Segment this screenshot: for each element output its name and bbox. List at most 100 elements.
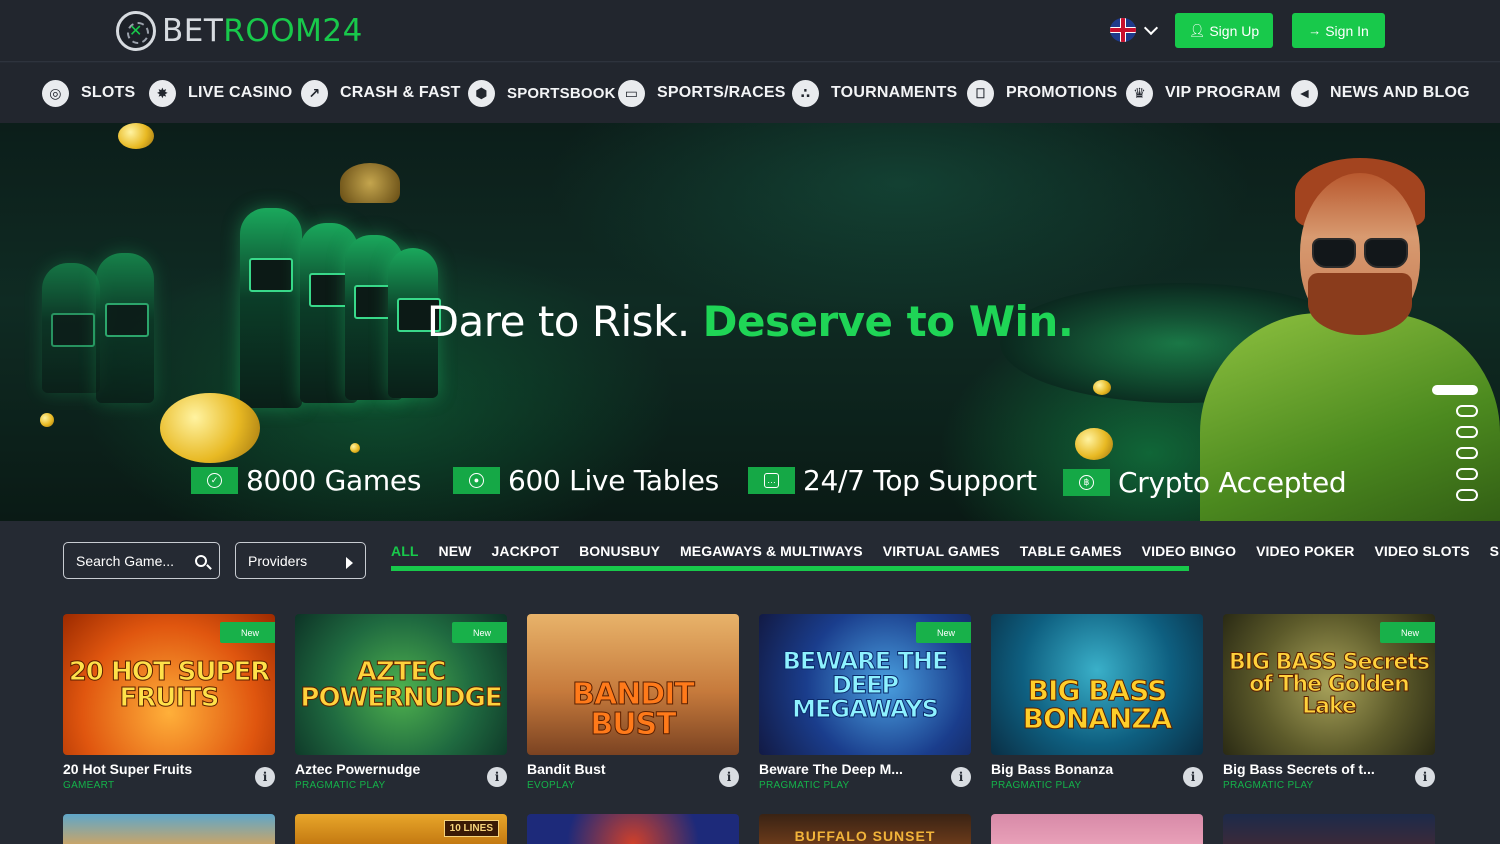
search-input[interactable]: Search Game...: [63, 542, 220, 579]
nav-item-slots[interactable]: ◎ SLOTS: [42, 79, 135, 107]
feature-label: 8000 Games: [246, 463, 422, 497]
coin-image: [118, 123, 154, 149]
hero-title: Dare to Risk. Deserve to Win.: [0, 297, 1500, 346]
slide-dot[interactable]: [1456, 426, 1478, 438]
info-icon[interactable]: i: [1415, 767, 1435, 787]
vr-headset-icon: ▭: [618, 79, 645, 107]
tab-scroll-indicator: [391, 566, 1189, 571]
game-card[interactable]: AZTEC POWERNUDGE New Aztec Powernudge PR…: [295, 614, 507, 794]
tab-video-poker[interactable]: VIDEO POKER: [1256, 543, 1354, 573]
thumbnail-title: 20 HOT SUPER FRUITS: [68, 656, 271, 713]
game-thumbnail[interactable]: BIG BASS BONANZA: [991, 614, 1203, 755]
user-icon: ●: [453, 466, 500, 494]
game-thumbnail[interactable]: [63, 814, 275, 844]
thumbnail-title: BEWARE THE DEEP MEGAWAYS: [782, 646, 949, 723]
feature-crypto: ฿ Crypto Accepted: [1063, 465, 1347, 499]
nav-label: SPORTSBOOK: [507, 84, 616, 102]
info-icon[interactable]: i: [487, 767, 507, 787]
game-provider: GAMEART: [63, 780, 115, 791]
nav-item-live-casino[interactable]: ✸ LIVE CASINO: [149, 79, 293, 107]
tab-video-slots[interactable]: VIDEO SLOTS: [1374, 543, 1469, 573]
main-nav: ◎ SLOTS ✸ LIVE CASINO ↗ CRASH & FAST ⬢ S…: [0, 63, 1500, 123]
slide-dot[interactable]: [1456, 447, 1478, 459]
game-thumbnail[interactable]: BUFFALO SUNSET: [759, 814, 971, 844]
game-thumbnail[interactable]: BEWARE THE DEEP MEGAWAYS New: [759, 614, 971, 755]
slide-dot-active[interactable]: [1432, 385, 1478, 395]
top-bar: BETROOM24 👤︎ Sign Up → Sign In: [0, 0, 1500, 62]
hero-banner[interactable]: Dare to Risk. Deserve to Win. ✓ 8000 Gam…: [0, 123, 1500, 521]
feature-support: … 24/7 Top Support: [748, 463, 1037, 497]
new-badge: New: [1380, 622, 1435, 643]
slide-dot[interactable]: [1456, 489, 1478, 501]
sign-in-button[interactable]: → Sign In: [1292, 13, 1385, 48]
providers-button[interactable]: Providers: [235, 542, 366, 579]
chandelier-image: [340, 163, 400, 203]
info-icon[interactable]: i: [1183, 767, 1203, 787]
soccer-ball-icon: ⬢: [468, 79, 495, 107]
slots-icon: ◎: [42, 79, 69, 107]
game-name: Bandit Bust: [527, 761, 606, 777]
feature-live-tables: ● 600 Live Tables: [453, 463, 719, 497]
game-card[interactable]: BIG BASS BONANZA Big Bass Bonanza PRAGMA…: [991, 614, 1203, 794]
bitcoin-icon: ฿: [1063, 468, 1110, 496]
game-thumbnail[interactable]: [991, 814, 1203, 844]
sign-in-icon: →: [1308, 23, 1322, 38]
nav-label: NEWS AND BLOG: [1330, 84, 1470, 101]
nav-item-crash-fast[interactable]: ↗ CRASH & FAST: [301, 79, 461, 107]
logo-suffix: ROOM24: [223, 13, 363, 49]
info-icon[interactable]: i: [255, 767, 275, 787]
coin-image: [160, 393, 260, 463]
coin-image: [350, 443, 360, 453]
nav-item-tournaments[interactable]: ∴ TOURNAMENTS: [792, 79, 958, 107]
rocket-icon: ↗: [301, 79, 328, 107]
feature-label: 24/7 Top Support: [803, 463, 1037, 497]
nav-item-news-blog[interactable]: ◄ NEWS AND BLOG: [1291, 79, 1470, 107]
nav-label: TOURNAMENTS: [831, 84, 958, 101]
sign-up-label: Sign Up: [1209, 22, 1260, 39]
thumbnail-label: BUFFALO SUNSET: [794, 828, 936, 844]
game-thumbnail[interactable]: BIG BASS Secrets of The Golden Lake New: [1223, 614, 1435, 755]
tournaments-icon: ∴: [792, 79, 819, 107]
slide-dot[interactable]: [1456, 405, 1478, 417]
chat-icon: …: [748, 466, 795, 494]
slide-dot[interactable]: [1456, 468, 1478, 480]
logo-text: BETROOM24: [162, 13, 363, 49]
nav-item-promotions[interactable]: ⎕ PROMOTIONS: [967, 79, 1118, 107]
feature-games: ✓ 8000 Games: [191, 463, 421, 497]
game-card[interactable]: BANDIT BUST Bandit Bust EVOPLAY i: [527, 614, 739, 794]
game-thumbnail[interactable]: [1223, 814, 1435, 844]
nav-item-sports-races[interactable]: ▭ SPORTS/RACES: [618, 79, 786, 107]
game-thumbnail[interactable]: [527, 814, 739, 844]
game-thumbnail[interactable]: AZTEC POWERNUDGE New: [295, 614, 507, 755]
game-card[interactable]: BIG BASS Secrets of The Golden Lake New …: [1223, 614, 1435, 794]
slider-pagination: [1432, 385, 1480, 510]
feature-label: 600 Live Tables: [508, 463, 719, 497]
info-icon[interactable]: i: [719, 767, 739, 787]
tab-more[interactable]: S: [1490, 543, 1499, 573]
new-badge: New: [220, 622, 275, 643]
nav-item-sportsbook[interactable]: ⬢ SPORTSBOOK: [468, 79, 616, 107]
game-card[interactable]: BEWARE THE DEEP MEGAWAYS New Beware The …: [759, 614, 971, 794]
sign-up-button[interactable]: 👤︎ Sign Up: [1175, 13, 1273, 48]
sign-in-label: Sign In: [1325, 22, 1369, 39]
nav-label: LIVE CASINO: [188, 84, 293, 101]
nav-label: SPORTS/RACES: [657, 84, 786, 101]
logo-prefix: BET: [162, 13, 224, 49]
game-thumbnail[interactable]: BANDIT BUST: [527, 614, 739, 755]
nav-item-vip-program[interactable]: ♛ VIP PROGRAM: [1126, 79, 1281, 107]
game-provider: PRAGMATIC PLAY: [1223, 780, 1314, 791]
hero-title-accent: Deserve to Win.: [702, 297, 1074, 346]
new-badge: New: [916, 622, 971, 643]
game-card[interactable]: 20 HOT SUPER FRUITS New 20 Hot Super Fru…: [63, 614, 275, 794]
language-selector[interactable]: [1110, 18, 1159, 42]
play-arrow-icon: [346, 556, 353, 569]
nav-label: PROMOTIONS: [1006, 84, 1118, 101]
game-thumbnail[interactable]: 20 HOT SUPER FRUITS New: [63, 614, 275, 755]
info-icon[interactable]: i: [951, 767, 971, 787]
feature-label: Crypto Accepted: [1118, 465, 1347, 499]
coin-image: [40, 413, 54, 427]
search-icon[interactable]: [195, 554, 207, 567]
logo[interactable]: BETROOM24: [116, 10, 363, 52]
new-badge: New: [452, 622, 507, 643]
game-thumbnail[interactable]: 10 LINES: [295, 814, 507, 844]
